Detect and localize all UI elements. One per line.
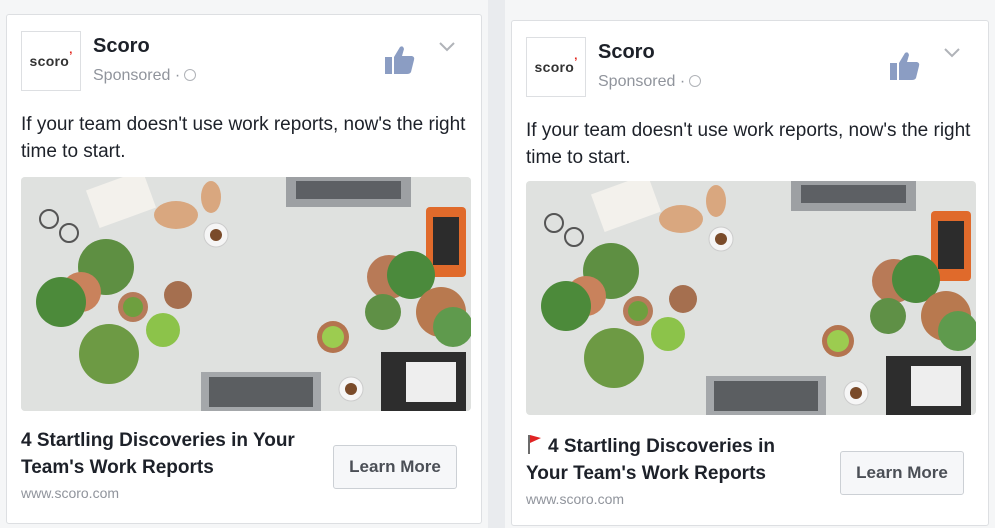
like-icon[interactable] <box>383 43 417 77</box>
logo-text: scoro <box>29 53 70 69</box>
globe-icon <box>184 69 197 81</box>
learn-more-button[interactable]: Learn More <box>840 451 964 495</box>
sponsored-post-card: scoro’ Scoro Sponsored · If your team do… <box>511 20 989 526</box>
ad-headline-text: 4 Startling Discoveries in Your Team's W… <box>526 436 776 484</box>
feed-column-right: scoro’ Scoro Sponsored · If your team do… <box>505 0 995 528</box>
column-divider <box>488 0 505 528</box>
chevron-down-icon[interactable] <box>439 41 455 53</box>
ad-image[interactable] <box>21 177 471 411</box>
ad-headline[interactable]: 4 Startling Discoveries in Your Team's W… <box>526 433 816 487</box>
sponsored-label[interactable]: Sponsored · <box>93 67 197 85</box>
globe-icon <box>689 75 702 87</box>
desk-plants-photo <box>21 177 471 411</box>
sponsored-post-card: scoro’ Scoro Sponsored · If your team do… <box>6 14 482 524</box>
sponsored-text: Sponsored · <box>93 67 181 84</box>
chevron-down-icon[interactable] <box>944 47 960 59</box>
page-name-link[interactable]: Scoro <box>93 35 150 58</box>
page-logo[interactable]: scoro’ <box>21 31 81 91</box>
logo-accent-icon: ’ <box>574 55 578 69</box>
post-body-text: If your team doesn't use work reports, n… <box>21 114 466 162</box>
page-logo[interactable]: scoro’ <box>526 37 586 97</box>
ad-url[interactable]: www.scoro.com <box>526 491 624 507</box>
feed-column-left: scoro’ Scoro Sponsored · If your team do… <box>0 0 488 528</box>
sponsored-text: Sponsored · <box>598 73 686 90</box>
logo-accent-icon: ’ <box>69 49 73 63</box>
ad-image[interactable] <box>526 181 976 415</box>
desk-plants-photo <box>526 181 976 415</box>
sponsored-label[interactable]: Sponsored · <box>598 73 702 91</box>
logo-text: scoro <box>534 59 575 75</box>
ad-url[interactable]: www.scoro.com <box>21 485 119 501</box>
ad-headline[interactable]: 4 Startling Discoveries in Your Team's W… <box>21 427 311 481</box>
like-icon[interactable] <box>888 49 922 83</box>
learn-more-button[interactable]: Learn More <box>333 445 457 489</box>
page-name-link[interactable]: Scoro <box>598 41 655 64</box>
red-flag-icon <box>528 435 541 454</box>
post-body-text: If your team doesn't use work reports, n… <box>526 120 971 168</box>
